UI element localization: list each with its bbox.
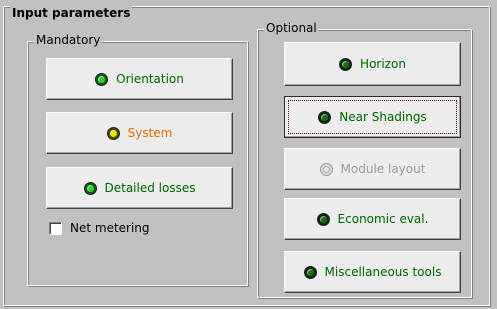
module-layout-button[interactable]: Module layout [284,148,461,190]
detailed-losses-button[interactable]: Detailed losses [46,167,233,209]
net-metering-checkbox-row[interactable]: Net metering [49,221,150,235]
status-led-icon [339,57,353,71]
system-button-label: System [127,126,173,140]
status-led-icon [319,162,333,176]
near-shadings-button-label: Near Shadings [339,110,427,124]
miscellaneous-tools-button-label: Miscellaneous tools [324,265,442,279]
miscellaneous-tools-button[interactable]: Miscellaneous tools [284,251,461,293]
horizon-button-label: Horizon [360,57,406,71]
status-led-icon [318,110,332,124]
orientation-button[interactable]: Orientation [46,58,233,100]
economic-eval-button-label: Economic eval. [337,212,429,226]
input-parameters-panel: Input parameters Mandatory Orientation S… [0,0,497,309]
status-led-icon [303,265,317,279]
net-metering-checkbox[interactable] [49,221,62,235]
status-led-icon [106,126,120,140]
horizon-button[interactable]: Horizon [284,42,461,86]
optional-title: Optional [264,21,319,35]
input-parameters-title: Input parameters [10,6,133,20]
orientation-button-label: Orientation [116,72,184,86]
status-led-icon [316,212,330,226]
status-led-icon [95,72,109,86]
module-layout-button-label: Module layout [340,162,426,176]
mandatory-title: Mandatory [34,33,103,47]
economic-eval-button[interactable]: Economic eval. [284,198,461,240]
system-button[interactable]: System [46,112,233,154]
net-metering-label: Net metering [70,221,150,235]
status-led-icon [83,181,97,195]
detailed-losses-button-label: Detailed losses [104,181,196,195]
near-shadings-button[interactable]: Near Shadings [284,96,461,138]
